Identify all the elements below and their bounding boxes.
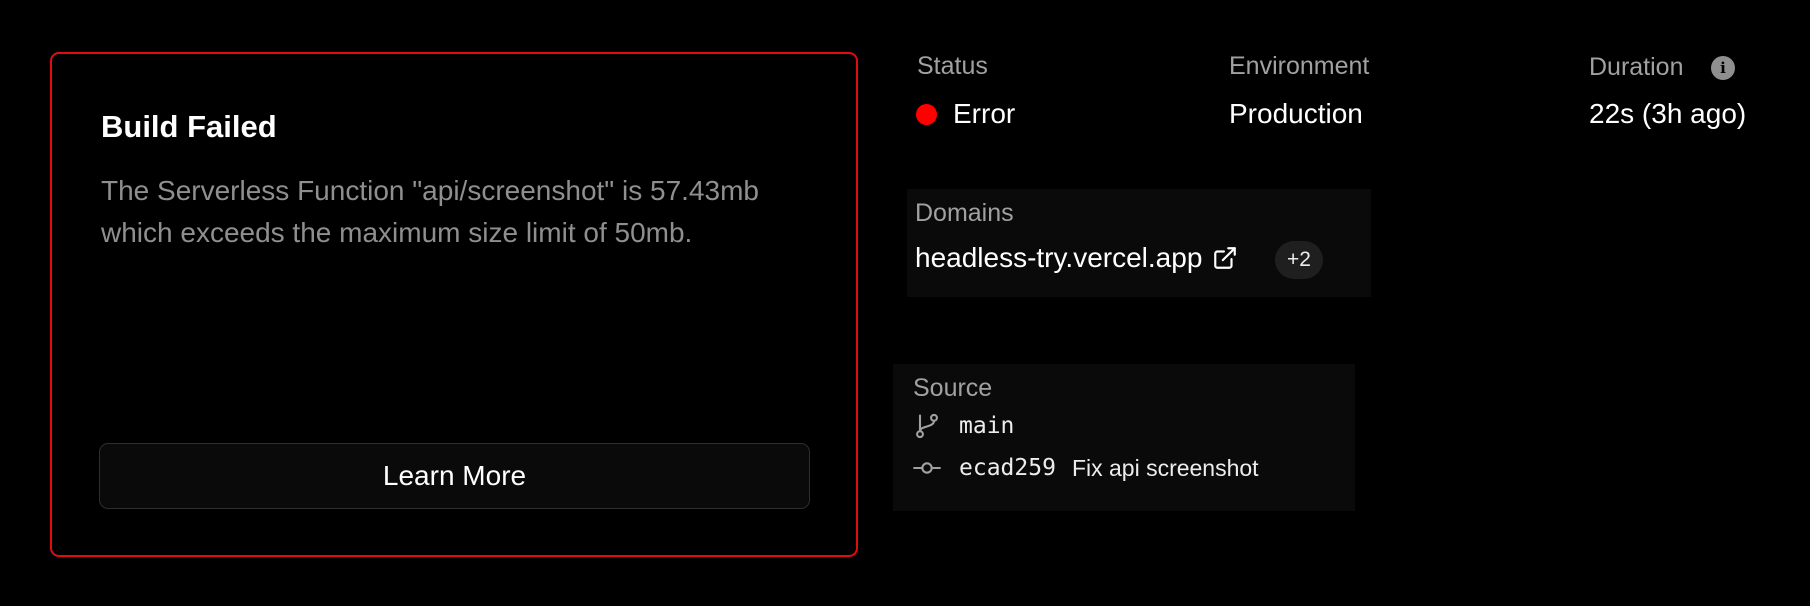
learn-more-button[interactable]: Learn More <box>99 443 810 509</box>
source-label: Source <box>913 374 993 402</box>
deployment-overview: Build Failed The Serverless Function "ap… <box>0 0 1810 606</box>
domain-link-text: headless-try.vercel.app <box>915 242 1203 273</box>
duration-value: 22s (3h ago) <box>1589 98 1747 129</box>
environment-label: Environment <box>1229 52 1370 80</box>
branch-name: main <box>959 413 1015 439</box>
commit-message: Fix api screenshot <box>1071 454 1259 481</box>
status-value: Error <box>953 98 1016 129</box>
domains-label: Domains <box>915 199 1014 227</box>
info-icon[interactable]: i <box>1711 56 1735 80</box>
git-branch-icon <box>916 413 938 439</box>
git-commit-icon <box>913 462 941 474</box>
build-error-message: The Serverless Function "api/screenshot"… <box>101 175 759 248</box>
build-error-card: Build Failed The Serverless Function "ap… <box>50 52 858 557</box>
commit-hash: ecad259 <box>959 455 1056 481</box>
more-domains-badge[interactable]: +2 <box>1275 241 1323 279</box>
environment-value: Production <box>1229 98 1363 129</box>
commit-row[interactable]: ecad259 Fix api screenshot <box>913 454 1259 482</box>
status-label: Status <box>917 52 988 80</box>
status-dot-icon <box>916 104 937 125</box>
build-error-title: Build Failed <box>101 109 277 144</box>
external-link-icon <box>1214 247 1237 269</box>
duration-label: Duration <box>1589 53 1684 81</box>
domain-link[interactable]: headless-try.vercel.app <box>915 242 1238 274</box>
domains-panel: Domains headless-try.vercel.app +2 <box>907 189 1371 297</box>
source-panel: Source main ecad259 Fix api screenshot <box>893 364 1355 511</box>
branch-row[interactable]: main <box>913 412 1014 440</box>
